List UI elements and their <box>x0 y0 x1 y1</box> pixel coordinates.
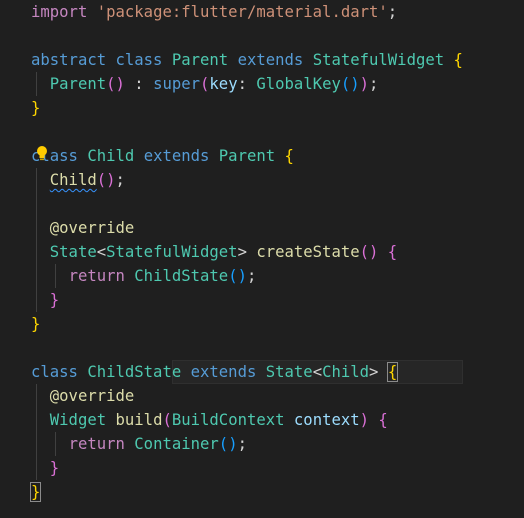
child-type: Child <box>322 363 370 381</box>
code-line-3[interactable]: abstract class Parent extends StatefulWi… <box>31 48 463 72</box>
buildcontext-type: BuildContext <box>171 411 285 429</box>
code-line-19[interactable]: return Container(); <box>31 432 247 456</box>
override-annotation: @override <box>49 387 135 405</box>
code-line-20[interactable]: } <box>31 456 59 480</box>
code-line-21[interactable]: } <box>29 480 42 504</box>
childstate-constructor: ChildState <box>134 267 229 285</box>
open-brace: { <box>378 411 388 429</box>
globalkey-type: GlobalKey <box>256 75 341 93</box>
code-line-18[interactable]: Widget build(BuildContext context) { <box>31 408 388 432</box>
matched-open-brace: { <box>386 362 399 382</box>
code-line-7[interactable]: class Child extends Parent { <box>31 144 294 168</box>
container-constructor: Container <box>134 435 219 453</box>
lightbulb-icon[interactable] <box>36 145 48 162</box>
constructor-parent: Parent <box>49 75 107 93</box>
return-keyword: return <box>68 435 125 453</box>
extends-keyword: extends <box>237 51 304 69</box>
param-context: context <box>293 411 360 429</box>
import-path-string: 'package:flutter/material.dart' <box>96 3 388 21</box>
close-brace: } <box>31 315 41 333</box>
close-brace: } <box>49 459 60 477</box>
code-line-10[interactable]: @override <box>31 216 135 240</box>
state-type: State <box>265 363 313 381</box>
code-line-12[interactable]: return ChildState(); <box>31 264 257 288</box>
code-line-8[interactable]: Child(); <box>31 168 125 192</box>
super-keyword: super <box>153 75 201 93</box>
named-arg-key: key <box>209 75 238 93</box>
class-name-child: Child <box>87 147 135 165</box>
import-keyword: import <box>31 3 88 21</box>
class-name-parent: Parent <box>171 51 229 69</box>
open-brace: { <box>284 147 294 165</box>
widget-type: Widget <box>49 411 107 429</box>
code-line-5[interactable]: } <box>31 96 40 120</box>
supertype-parent: Parent <box>218 147 276 165</box>
method-createstate: createState <box>256 243 360 261</box>
close-brace: } <box>49 291 60 309</box>
supertype-statefulwidget: StatefulWidget <box>312 51 445 69</box>
class-keyword: class <box>31 363 78 381</box>
constructor-child-warning[interactable]: Child <box>50 171 97 189</box>
class-keyword: class <box>115 51 163 69</box>
extends-keyword: extends <box>143 147 210 165</box>
matched-close-brace: } <box>29 482 42 502</box>
code-line-11[interactable]: State<StatefulWidget> createState() { <box>31 240 397 264</box>
return-keyword: return <box>68 267 125 285</box>
close-brace: } <box>31 99 41 117</box>
code-line-4[interactable]: Parent() : super(key: GlobalKey()); <box>31 72 379 96</box>
method-build: build <box>115 411 163 429</box>
extends-keyword: extends <box>190 363 257 381</box>
code-line-16[interactable]: class ChildState extends State<Child> { <box>31 360 399 384</box>
code-line-13[interactable]: } <box>31 288 59 312</box>
statefulwidget-type: StatefulWidget <box>106 243 238 261</box>
abstract-keyword: abstract <box>31 51 107 69</box>
class-name-childstate: ChildState <box>87 363 182 381</box>
open-brace: { <box>387 243 398 261</box>
state-type: State <box>49 243 97 261</box>
code-line-1[interactable]: import 'package:flutter/material.dart'; <box>31 0 397 24</box>
override-annotation: @override <box>49 219 135 237</box>
code-line-17[interactable]: @override <box>31 384 135 408</box>
open-brace: { <box>453 51 463 69</box>
code-editor[interactable]: import 'package:flutter/material.dart'; … <box>0 0 524 518</box>
code-line-14[interactable]: } <box>31 312 40 336</box>
